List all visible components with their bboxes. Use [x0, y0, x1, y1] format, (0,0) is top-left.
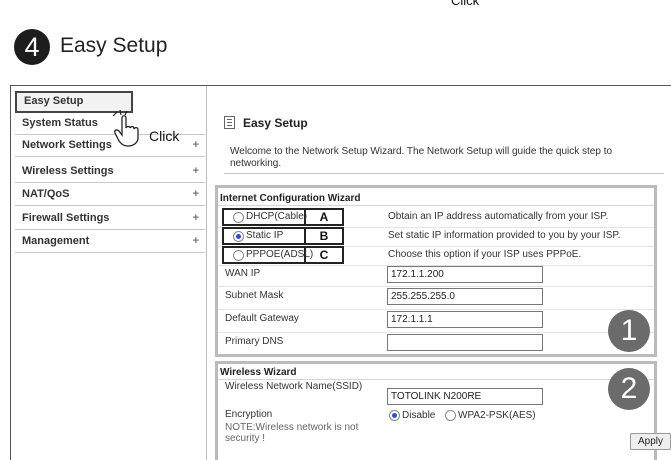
option-row-static-ip: Static IP B Set static IP information pr… [218, 227, 654, 247]
radio-encryption-disable[interactable] [389, 410, 400, 421]
sidebar-item-label: System Status [22, 117, 98, 129]
option-label: Static IP [246, 230, 284, 241]
primary-dns-input[interactable] [387, 334, 543, 351]
radio-encryption-wpa2[interactable] [445, 410, 456, 421]
expand-icon: + [192, 165, 199, 177]
expand-icon: + [192, 235, 199, 247]
sidebar-item-label: Management [22, 235, 90, 247]
expand-icon: + [192, 139, 199, 151]
subnet-mask-input[interactable]: 255.255.255.0 [387, 288, 543, 305]
internet-config-wizard: Internet Configuration Wizard DHCP(Cable… [215, 185, 657, 357]
radio-pppoe[interactable] [233, 250, 244, 261]
sidebar: Easy Setup System Status Network Setting… [11, 86, 207, 460]
step-marker-2: 2 [608, 368, 650, 410]
welcome-text: Welcome to the Network Setup Wizard. The… [224, 144, 664, 174]
option-description: Obtain an IP address automatically from … [388, 211, 609, 222]
option-label: PPPOE(ADSL) [246, 249, 314, 260]
step-marker-1: 1 [608, 310, 650, 352]
sidebar-item-label: Network Settings [22, 139, 112, 151]
divider [218, 205, 654, 206]
option-letter-a: A [306, 208, 344, 226]
step-title: Easy Setup [60, 34, 168, 57]
expand-icon: + [192, 212, 199, 224]
field-label: Subnet Mask [225, 290, 284, 301]
field-label: Default Gateway [225, 313, 299, 324]
page-icon [224, 116, 235, 129]
click-annotation-top: Click [451, 0, 480, 8]
encryption-label: Encryption [225, 409, 273, 420]
option-label: DHCP(Cable) [246, 211, 308, 222]
encryption-option-label: Disable [402, 410, 436, 421]
wan-ip-input[interactable]: 172.1.1.200 [387, 266, 543, 283]
sidebar-item-firewall-settings[interactable]: Firewall Settings + [15, 208, 205, 230]
option-letter-c: C [306, 246, 344, 264]
static-ip-option[interactable]: Static IP [222, 227, 306, 245]
ssid-input[interactable]: TOTOLINK N200RE [387, 388, 543, 405]
option-description: Set static IP information provided to yo… [388, 230, 621, 241]
field-row-default-gateway: Default Gateway 172.1.1.1 [218, 310, 654, 333]
router-admin-window: Easy Setup System Status Network Setting… [10, 85, 671, 460]
encryption-option-label: WPA2-PSK(AES) [458, 410, 536, 421]
sidebar-item-label: Easy Setup [24, 95, 84, 107]
option-description: Choose this option if your ISP uses PPPo… [388, 249, 582, 260]
pppoe-option[interactable]: PPPOE(ADSL) [222, 246, 313, 264]
ssid-label: Wireless Network Name(SSID) [225, 381, 363, 392]
radio-static-ip[interactable] [233, 231, 244, 242]
page-title: Easy Setup [243, 116, 308, 130]
step-number-badge: 4 [14, 29, 50, 65]
option-row-pppoe: PPPOE(ADSL) C Choose this option if your… [218, 246, 654, 266]
option-letter-b: B [306, 227, 344, 245]
field-label: WAN IP [225, 268, 261, 279]
radio-dhcp[interactable] [233, 212, 244, 223]
wireless-wizard-title: Wireless Wizard [220, 367, 297, 378]
field-row-wan-ip: WAN IP 172.1.1.200 [218, 265, 654, 287]
apply-button[interactable]: Apply [630, 433, 671, 450]
field-row-subnet-mask: Subnet Mask 255.255.255.0 [218, 287, 654, 310]
internet-wizard-title: Internet Configuration Wizard [220, 193, 361, 204]
click-annotation-hand: Click [149, 128, 180, 144]
sidebar-item-nat-qos[interactable]: NAT/QoS + [15, 184, 205, 206]
security-note: NOTE:Wireless network is not security ! [225, 422, 359, 444]
field-row-primary-dns: Primary DNS [218, 333, 654, 354]
main-content: Easy Setup Welcome to the Network Setup … [207, 86, 671, 460]
wireless-wizard: Wireless Wizard Wireless Network Name(SS… [215, 361, 657, 460]
dhcp-option[interactable]: DHCP(Cable) [222, 208, 308, 226]
sidebar-item-wireless-settings[interactable]: Wireless Settings + [15, 161, 205, 183]
pointer-hand-icon [112, 109, 139, 147]
sidebar-item-label: NAT/QoS [22, 188, 70, 200]
divider [218, 379, 654, 380]
expand-icon: + [192, 188, 199, 200]
option-row-dhcp: DHCP(Cable) A Obtain an IP address autom… [218, 208, 654, 228]
default-gateway-input[interactable]: 172.1.1.1 [387, 311, 543, 328]
sidebar-item-label: Firewall Settings [22, 212, 110, 224]
field-label: Primary DNS [225, 336, 284, 347]
sidebar-item-label: Wireless Settings [22, 165, 114, 177]
sidebar-item-management[interactable]: Management + [15, 231, 205, 253]
